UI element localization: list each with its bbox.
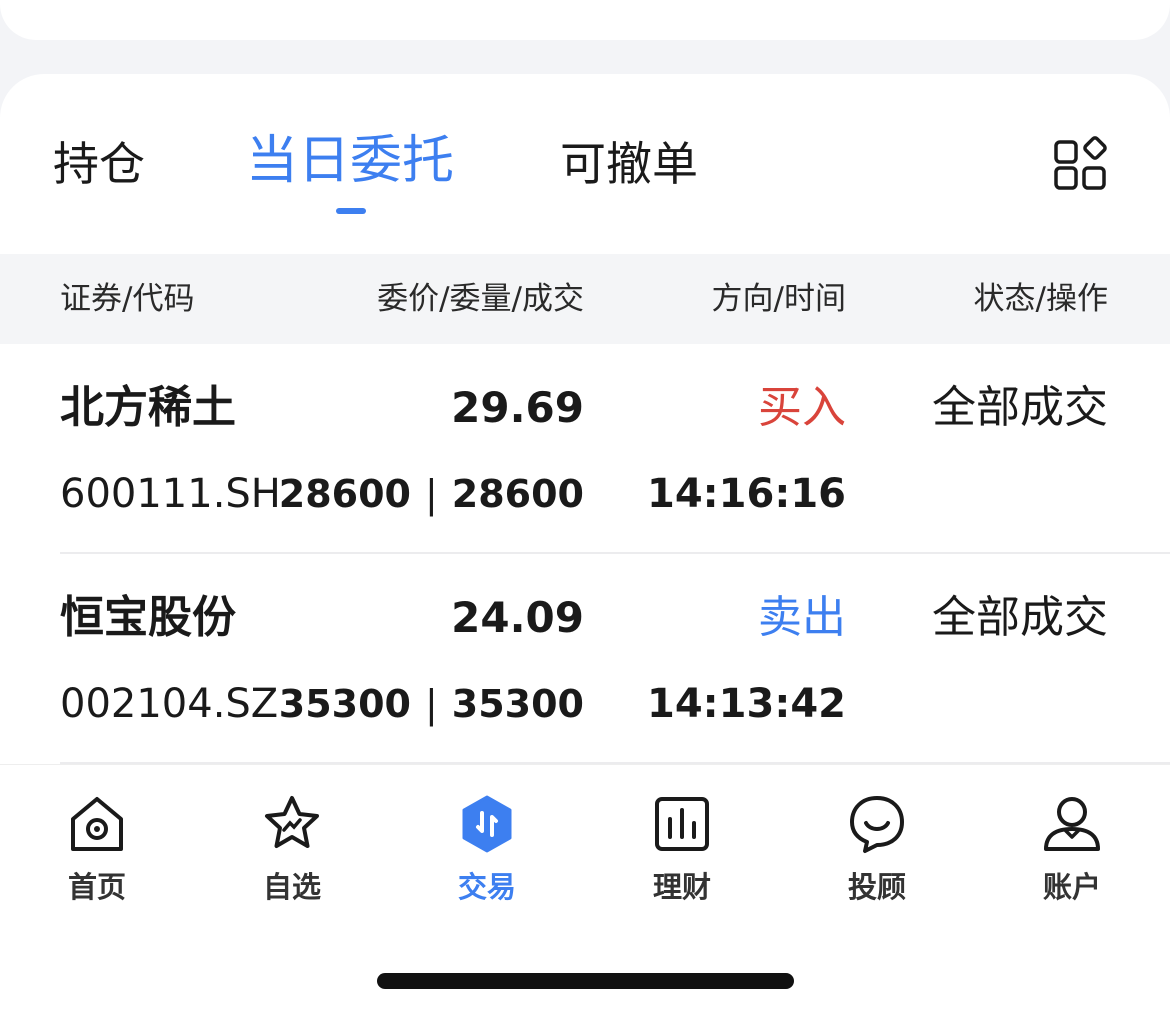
user-icon xyxy=(1044,797,1100,851)
active-tab-indicator xyxy=(336,208,366,214)
order-price: 29.69 xyxy=(451,383,584,432)
nav-advisor[interactable]: 投顾 xyxy=(817,793,937,913)
table-header: 证券/代码 委价/委量/成交 方向/时间 状态/操作 xyxy=(0,254,1170,344)
header-security: 证券/代码 xyxy=(60,281,195,317)
nav-watchlist[interactable]: 自选 xyxy=(232,793,352,913)
order-price: 24.09 xyxy=(451,593,584,642)
order-quantity: 28600 | 28600 xyxy=(279,468,584,520)
tab-bar: 持仓 当日委托 可撤单 xyxy=(0,74,1170,254)
filled-qty-value: 28600 xyxy=(451,472,584,516)
home-indicator[interactable] xyxy=(377,973,794,989)
nav-label: 自选 xyxy=(262,870,321,904)
order-qty-value: 35300 xyxy=(278,682,411,726)
nav-label: 交易 xyxy=(457,870,516,904)
nav-label: 首页 xyxy=(67,870,126,904)
qty-divider: | xyxy=(424,472,438,516)
nav-wealth[interactable]: 理财 xyxy=(622,793,742,913)
tab-today-orders[interactable]: 当日委托 xyxy=(246,131,454,191)
table-row[interactable]: 北方稀土 600111.SH 29.69 28600 | 28600 买入 14:1… xyxy=(0,344,1170,554)
order-time: 14:16:16 xyxy=(647,471,846,517)
nav-label: 投顾 xyxy=(847,870,906,904)
stock-name: 恒宝股份 xyxy=(60,592,236,643)
nav-label: 账户 xyxy=(1042,870,1101,904)
tab-cancellable[interactable]: 可撤单 xyxy=(560,134,698,194)
nav-account[interactable]: 账户 xyxy=(1012,793,1132,913)
order-status: 全部成交 xyxy=(932,382,1108,433)
nav-label: 理财 xyxy=(652,870,711,904)
header-price-qty: 委价/委量/成交 xyxy=(377,281,584,317)
nav-home[interactable]: 首页 xyxy=(37,793,157,913)
order-direction: 卖出 xyxy=(758,592,846,643)
stock-code: 600111.SH xyxy=(60,471,281,517)
table-row[interactable]: 恒宝股份 002104.SZ 24.09 35300 | 35300 卖出 14:1… xyxy=(0,554,1170,764)
advisor-icon xyxy=(850,796,904,853)
order-status: 全部成交 xyxy=(932,592,1108,643)
order-direction: 买入 xyxy=(758,382,846,433)
order-qty-value: 28600 xyxy=(278,472,411,516)
header-direction-time: 方向/时间 xyxy=(711,281,846,317)
orders-card: 持仓 当日委托 可撤单 证券/代码 委价/委量/成交 方向/时间 状态/操作 北… xyxy=(0,74,1170,764)
trade-icon xyxy=(462,795,512,853)
header-status-action: 状态/操作 xyxy=(973,281,1108,317)
nav-trade[interactable]: 交易 xyxy=(427,793,547,913)
top-card xyxy=(0,0,1170,40)
home-icon xyxy=(71,797,123,851)
stock-name: 北方稀土 xyxy=(60,382,236,433)
order-quantity: 35300 | 35300 xyxy=(279,678,584,730)
chart-icon xyxy=(655,797,709,851)
star-icon xyxy=(265,796,319,848)
apps-grid-icon[interactable] xyxy=(1052,136,1108,192)
order-time: 14:13:42 xyxy=(647,681,846,727)
filled-qty-value: 35300 xyxy=(451,682,584,726)
stock-code: 002104.SZ xyxy=(60,681,279,727)
qty-divider: | xyxy=(424,682,438,726)
tab-holdings[interactable]: 持仓 xyxy=(53,134,145,194)
